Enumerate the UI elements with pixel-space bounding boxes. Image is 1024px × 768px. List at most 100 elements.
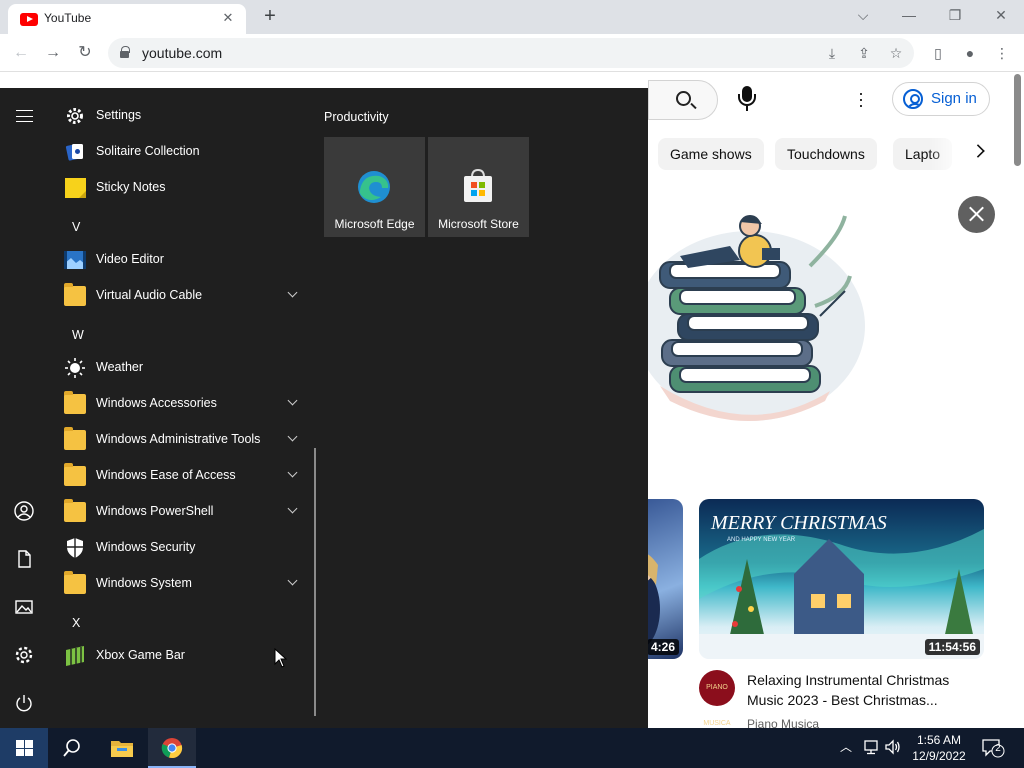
address-bar[interactable]: youtube.com ⤓ ⇪ ☆ xyxy=(108,38,914,68)
tile-label: Microsoft Store xyxy=(438,217,519,231)
pictures-icon[interactable] xyxy=(12,596,36,620)
clock-time: 1:56 AM xyxy=(916,733,962,747)
chrome-menu-icon[interactable]: ⋮ xyxy=(992,43,1012,63)
app-settings[interactable]: Settings xyxy=(48,98,312,134)
xbox-game-bar-icon xyxy=(66,646,84,666)
tile-microsoft-edge[interactable]: Microsoft Edge xyxy=(324,137,425,237)
thumbnail-text: MERRY CHRISTMAS xyxy=(710,512,887,534)
app-windows-accessories[interactable]: Windows Accessories xyxy=(48,386,312,422)
notification-count: 2 xyxy=(995,743,1001,754)
letter-header-x[interactable]: X xyxy=(72,616,80,630)
app-xbox-game-bar[interactable]: Xbox Game Bar xyxy=(48,638,312,674)
tab-youtube[interactable]: YouTube ✕ xyxy=(8,4,246,34)
app-windows-security[interactable]: Windows Security xyxy=(48,530,312,566)
chevron-down-icon[interactable] xyxy=(287,287,298,298)
show-hidden-icons-chevron-up-icon[interactable]: ︿ xyxy=(838,738,854,758)
mouse-cursor-icon xyxy=(274,648,288,668)
sign-in-label: Sign in xyxy=(931,90,977,107)
channel-avatar[interactable]: PIANO MUSICA xyxy=(699,670,735,727)
app-video-editor[interactable]: Video Editor xyxy=(48,242,312,278)
scrollbar-thumb[interactable] xyxy=(1014,74,1021,166)
bookmark-star-icon[interactable]: ☆ xyxy=(886,43,906,63)
new-tab-button[interactable]: + xyxy=(258,5,282,29)
tile-group-title[interactable]: Productivity xyxy=(324,110,389,124)
tab-search-button[interactable]: ⌵ xyxy=(840,0,886,32)
chevron-down-icon[interactable] xyxy=(287,395,298,406)
youtube-favicon-icon xyxy=(20,13,38,26)
share-icon[interactable]: ⇪ xyxy=(854,43,874,63)
chrome-icon xyxy=(161,738,183,758)
browser-toolbar: ← → ↻ youtube.com ⤓ ⇪ ☆ ▯ ● ⋮ xyxy=(0,34,1024,72)
video-duration: 11:54:56 xyxy=(924,639,980,655)
action-center-button[interactable]: 2 xyxy=(982,738,1006,758)
start-rail xyxy=(0,88,48,728)
app-solitaire-collection[interactable]: Solitaire Collection xyxy=(48,134,312,170)
documents-icon[interactable] xyxy=(12,548,36,572)
tile-microsoft-store[interactable]: Microsoft Store xyxy=(428,137,529,237)
chevron-down-icon[interactable] xyxy=(287,467,298,478)
window-close-button[interactable]: ✕ xyxy=(978,0,1024,32)
cards-icon xyxy=(65,144,83,161)
chip-touchdowns[interactable]: Touchdowns xyxy=(775,138,877,170)
install-app-icon[interactable]: ⤓ xyxy=(822,43,842,63)
app-windows-administrative-tools[interactable]: Windows Administrative Tools xyxy=(48,422,312,458)
settings-gear-icon[interactable] xyxy=(12,644,36,668)
letter-header-w[interactable]: W xyxy=(72,328,84,342)
taskbar-file-explorer[interactable] xyxy=(98,728,146,768)
app-windows-system[interactable]: Windows System xyxy=(48,566,312,602)
minimize-button[interactable]: — xyxy=(886,0,932,32)
forward-button[interactable]: → xyxy=(40,40,66,66)
back-button[interactable]: ← xyxy=(8,40,34,66)
tile-label: Microsoft Edge xyxy=(334,217,415,231)
more-options-icon[interactable]: · · · xyxy=(858,84,864,114)
start-menu: Settings Solitaire Collection Sticky Not… xyxy=(0,88,648,728)
windows-logo-icon xyxy=(16,740,33,756)
sun-icon xyxy=(65,358,85,378)
taskbar-clock[interactable]: 1:56 AM 12/9/2022 xyxy=(904,732,974,764)
chevron-down-icon[interactable] xyxy=(287,575,298,586)
taskbar-chrome[interactable] xyxy=(148,728,196,768)
letter-header-v[interactable]: V xyxy=(72,220,80,234)
power-icon[interactable] xyxy=(12,692,36,716)
browser-titlebar: YouTube ✕ + ⌵ — ❐ ✕ xyxy=(0,0,1024,34)
video-thumbnail[interactable]: MERRY CHRISTMAS AND HAPPY NEW YEAR 11:54… xyxy=(699,499,984,659)
folder-icon xyxy=(64,283,86,306)
side-panel-icon[interactable]: ▯ xyxy=(928,43,948,63)
reload-button[interactable]: ↻ xyxy=(72,40,98,66)
video-title[interactable]: Relaxing Instrumental Christmas Music 20… xyxy=(747,670,983,710)
hamburger-menu-icon[interactable] xyxy=(16,110,33,122)
chevron-down-icon[interactable] xyxy=(287,503,298,514)
file-explorer-icon xyxy=(111,741,133,757)
app-windows-ease-of-access[interactable]: Windows Ease of Access xyxy=(48,458,312,494)
lock-icon[interactable] xyxy=(120,46,130,58)
restore-button[interactable]: ❐ xyxy=(932,0,978,32)
sticky-note-icon xyxy=(65,178,86,198)
address-url: youtube.com xyxy=(142,45,223,61)
books-illustration xyxy=(640,215,865,421)
sign-in-button[interactable]: Sign in xyxy=(892,82,990,116)
account-icon xyxy=(903,89,923,109)
search-button[interactable] xyxy=(648,80,718,120)
folder-icon xyxy=(64,391,86,414)
app-sticky-notes[interactable]: Sticky Notes xyxy=(48,170,312,206)
taskbar-search-button[interactable] xyxy=(48,728,96,768)
chevron-down-icon[interactable] xyxy=(287,431,298,442)
app-weather[interactable]: Weather xyxy=(48,350,312,386)
profile-icon[interactable]: ● xyxy=(960,43,980,63)
volume-icon[interactable] xyxy=(884,738,902,758)
user-account-icon[interactable] xyxy=(12,500,36,524)
voice-search-button[interactable] xyxy=(738,86,756,112)
start-button[interactable] xyxy=(0,728,48,768)
app-windows-powershell[interactable]: Windows PowerShell xyxy=(48,494,312,530)
folder-icon xyxy=(64,427,86,450)
page-scrollbar[interactable] xyxy=(1012,72,1024,728)
folder-icon xyxy=(64,463,86,486)
close-icon[interactable] xyxy=(958,196,995,233)
app-virtual-audio-cable[interactable]: Virtual Audio Cable xyxy=(48,278,312,314)
video-editor-icon xyxy=(64,251,86,269)
chip-game-shows[interactable]: Game shows xyxy=(658,138,764,170)
network-icon[interactable] xyxy=(862,738,880,758)
tab-close-button[interactable]: ✕ xyxy=(218,8,238,28)
channel-name[interactable]: Piano Musica xyxy=(747,717,819,728)
app-list-scrollbar[interactable] xyxy=(314,448,316,716)
